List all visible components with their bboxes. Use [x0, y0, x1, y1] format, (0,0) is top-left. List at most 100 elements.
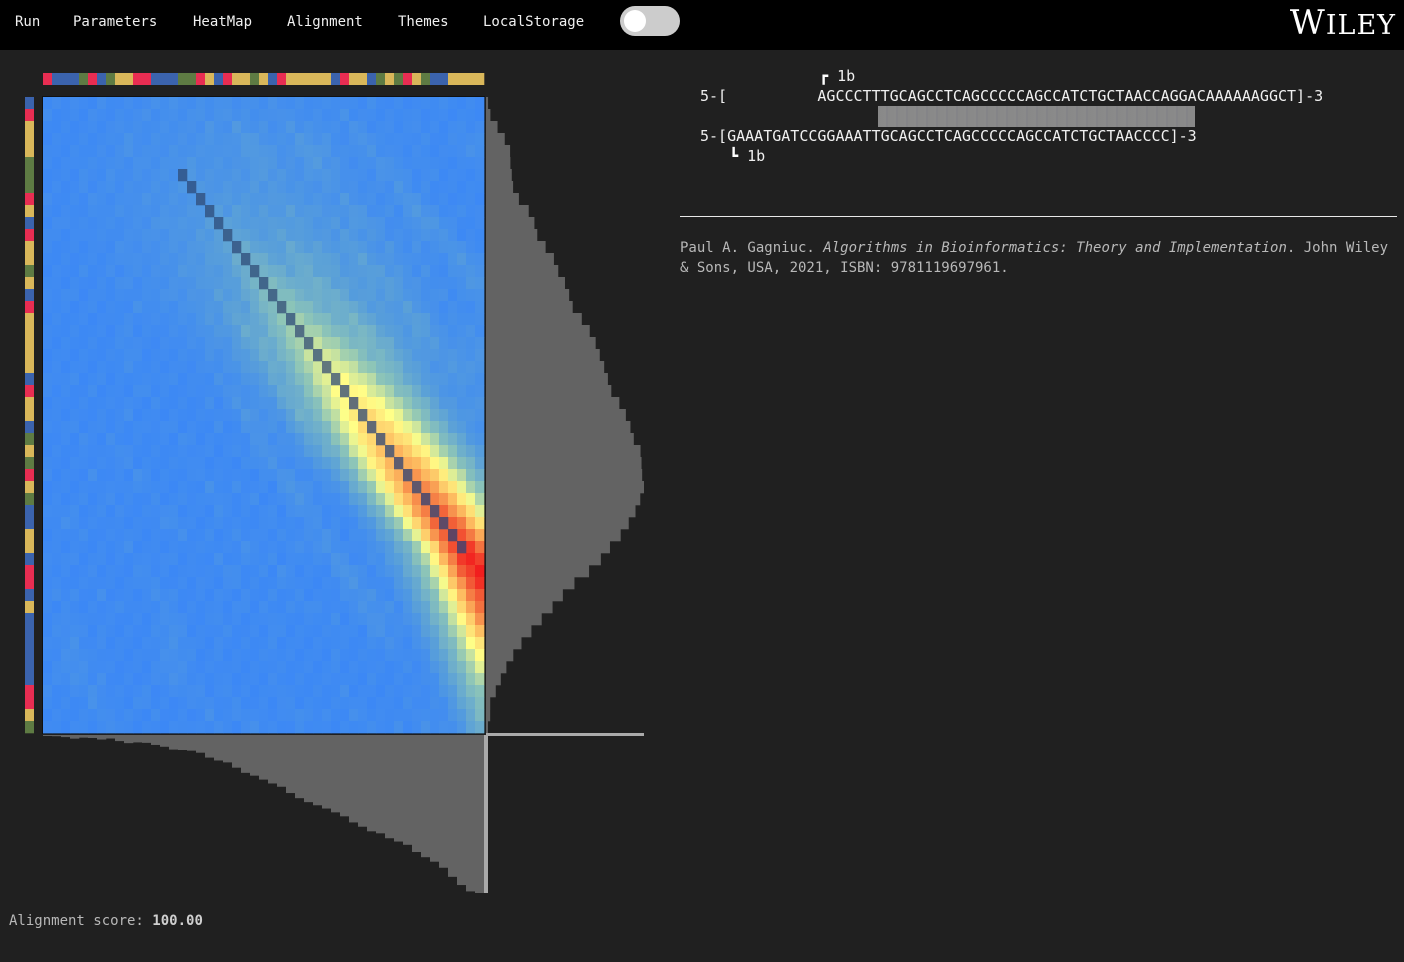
heatmap-cell	[448, 193, 458, 206]
heatmap-cell	[430, 433, 440, 446]
heatmap-cell	[70, 661, 80, 674]
heatmap-cell	[313, 301, 323, 314]
heatmap-cell	[169, 337, 179, 350]
histogram-axis-horizontal	[486, 733, 644, 736]
heatmap-cell	[97, 709, 107, 722]
heatmap-cell	[376, 121, 386, 134]
nucleotide-cell-C	[25, 133, 34, 146]
heatmap-cell	[178, 673, 188, 686]
heatmap-cell	[79, 217, 89, 230]
heatmap-cell	[241, 517, 251, 530]
heatmap-cell	[205, 673, 215, 686]
heatmap-cell	[466, 541, 476, 554]
heatmap-cell	[160, 517, 170, 530]
heatmap-cell	[250, 553, 260, 566]
heatmap-cell	[61, 325, 71, 338]
heatmap-cell	[214, 505, 224, 518]
heatmap-cell	[475, 385, 485, 398]
heatmap-cell	[52, 529, 62, 542]
heatmap-cell	[340, 157, 350, 170]
heatmap-cell	[178, 553, 188, 566]
heatmap-cell	[367, 673, 377, 686]
heatmap-cell	[358, 277, 368, 290]
heatmap-cell	[412, 661, 422, 674]
heatmap-cell	[268, 649, 278, 662]
heatmap-cell	[250, 529, 260, 542]
heatmap-cell	[142, 409, 152, 422]
heatmap-cell	[259, 133, 269, 146]
column-histogram-bar	[70, 735, 80, 739]
heatmap-cell	[322, 445, 332, 458]
heatmap-cell	[160, 553, 170, 566]
heatmap-cell	[97, 277, 107, 290]
heatmap-cell	[421, 205, 431, 218]
heatmap-cell	[196, 589, 206, 602]
heatmap-cell	[169, 505, 179, 518]
heatmap-cell	[52, 685, 62, 698]
heatmap-cell	[133, 433, 143, 446]
heatmap-cell	[358, 397, 368, 410]
nucleotide-cell-G	[277, 73, 287, 85]
heatmap-cell	[124, 613, 134, 626]
heatmap-cell	[115, 97, 125, 110]
heatmap-cell	[313, 529, 323, 542]
heatmap-cell	[412, 133, 422, 146]
heatmap-cell	[169, 457, 179, 470]
heatmap-cell	[160, 637, 170, 650]
heatmap-cell	[124, 553, 134, 566]
heatmap-cell	[70, 685, 80, 698]
heatmap-cell	[403, 349, 413, 362]
heatmap-cell	[358, 157, 368, 170]
heatmap-cell	[214, 685, 224, 698]
heatmap-cell	[412, 565, 422, 578]
heatmap-cell	[205, 337, 215, 350]
alignment-start-marker-top: ┏ 1b	[819, 67, 855, 85]
heatmap-cell	[88, 109, 98, 122]
heatmap-cell	[439, 649, 449, 662]
heatmap-cell	[304, 397, 314, 410]
heatmap-cell	[70, 409, 80, 422]
heatmap-cell	[259, 337, 269, 350]
heatmap-cell	[79, 589, 89, 602]
heatmap-cell	[277, 457, 287, 470]
heatmap-cell	[160, 361, 170, 374]
heatmap-cell	[241, 565, 251, 578]
heatmap-cell	[160, 697, 170, 710]
heatmap-cell	[124, 205, 134, 218]
heatmap-cell	[394, 601, 404, 614]
heatmap-cell	[151, 433, 161, 446]
heatmap-cell	[412, 457, 422, 470]
heatmap-cell	[259, 697, 269, 710]
heatmap-cell	[115, 361, 125, 374]
heatmap-cell	[466, 109, 476, 122]
heatmap-cell	[124, 289, 134, 302]
heatmap-cell	[304, 613, 314, 626]
heatmap-cell	[43, 181, 53, 194]
heatmap-cell	[385, 637, 395, 650]
heatmap-cell	[448, 181, 458, 194]
heatmap-cell	[277, 469, 287, 482]
heatmap-cell	[106, 253, 116, 266]
heatmap-cell	[430, 121, 440, 134]
nucleotide-cell-T	[79, 73, 89, 85]
heatmap-cell	[412, 193, 422, 206]
heatmap-cell	[133, 493, 143, 506]
heatmap-cell	[322, 169, 332, 182]
heatmap-cell	[106, 661, 116, 674]
heatmap-cell	[133, 241, 143, 254]
heatmap-cell	[61, 313, 71, 326]
heatmap-cell	[106, 673, 116, 686]
heatmap-cell	[178, 313, 188, 326]
heatmap-cell	[124, 673, 134, 686]
heatmap-cell	[448, 649, 458, 662]
heatmap-cell	[304, 529, 314, 542]
heatmap-cell	[88, 397, 98, 410]
heatmap-cell	[115, 325, 125, 338]
heatmap-cell	[403, 157, 413, 170]
heatmap-cell	[421, 409, 431, 422]
heatmap-cell	[187, 133, 197, 146]
heatmap-matrix[interactable]	[43, 97, 485, 734]
heatmap-cell	[70, 337, 80, 350]
heatmap-cell	[466, 445, 476, 458]
nucleotide-cell-G	[196, 73, 206, 85]
